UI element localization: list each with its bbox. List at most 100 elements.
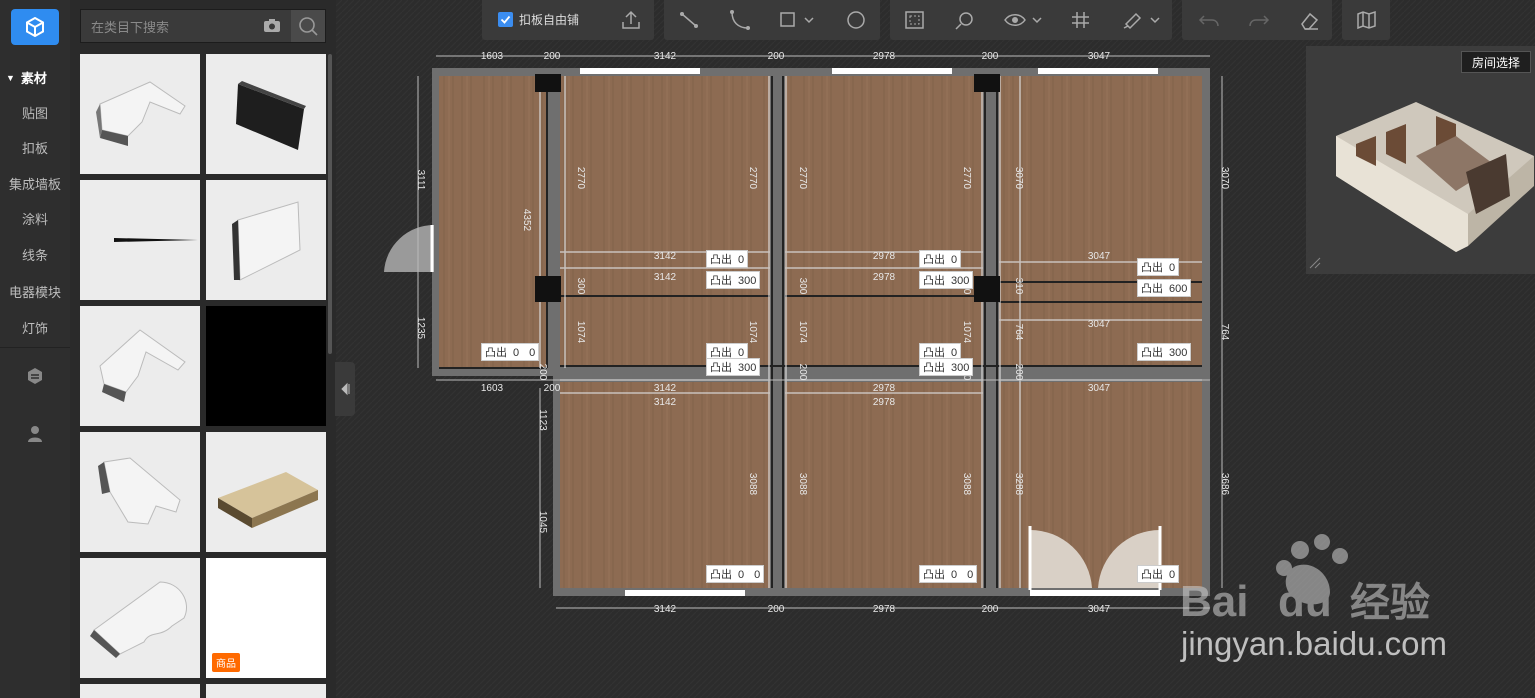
protrusion-label[interactable]: 凸出 300 — [706, 358, 761, 376]
nav-item-texture[interactable]: 贴图 — [0, 95, 70, 130]
material-tile[interactable] — [206, 432, 326, 552]
protrusion-label[interactable]: 凸出 600 — [1137, 279, 1192, 297]
protrusion-label[interactable]: 凸出 300 — [706, 271, 761, 289]
protrusion-value: 0 — [738, 569, 745, 581]
room-e[interactable] — [785, 382, 983, 588]
dimension-label: 1074 — [747, 321, 758, 344]
undo-icon[interactable] — [1196, 8, 1222, 32]
search-button[interactable] — [291, 10, 325, 42]
dimension-label: 3142 — [654, 251, 677, 262]
user-icon[interactable] — [25, 424, 45, 444]
dimension-label: 3111 — [415, 170, 426, 191]
crown-moulding-thumbnail — [99, 329, 186, 402]
rect-tool-icon[interactable] — [776, 8, 802, 32]
protrusion-label[interactable]: 凸出 0 0 — [481, 343, 540, 361]
select-area-icon[interactable] — [902, 8, 928, 32]
protrusion-value: 600 — [1169, 283, 1188, 295]
material-tile[interactable] — [206, 54, 326, 174]
protrusion-label[interactable]: 凸出 0 0 — [919, 565, 978, 583]
protrusion-label[interactable]: 凸出 0 — [1137, 565, 1180, 583]
map-icon[interactable] — [1354, 8, 1380, 32]
protrusion-key: 凸出 — [1141, 262, 1163, 274]
material-tile[interactable] — [80, 558, 200, 678]
material-tile[interactable] — [80, 180, 200, 300]
shield-icon[interactable] — [25, 366, 45, 386]
black-panel-thumbnail — [236, 81, 306, 150]
dimension-label: 200 — [544, 51, 561, 62]
material-tile[interactable] — [80, 684, 200, 698]
protrusion-label[interactable]: 凸出 0 0 — [706, 565, 765, 583]
protrusion-label[interactable]: 凸出 300 — [919, 358, 974, 376]
arc-tool-icon[interactable] — [726, 8, 752, 32]
material-tile[interactable] — [80, 306, 200, 426]
eraser-icon[interactable] — [1296, 8, 1322, 32]
collapse-panel-button[interactable] — [335, 362, 355, 416]
material-tile[interactable] — [206, 684, 326, 698]
protrusion-value: 300 — [1169, 347, 1188, 359]
search-input[interactable] — [81, 10, 269, 44]
room-d[interactable] — [560, 382, 770, 588]
grid-icon[interactable] — [1068, 8, 1094, 32]
dimension-label: 764 — [1013, 324, 1024, 341]
line-tool-icon[interactable] — [676, 8, 702, 32]
dimension-label: 1235 — [415, 317, 426, 340]
redo-icon[interactable] — [1246, 8, 1272, 32]
dimension-label: 200 — [982, 51, 999, 62]
nav-section-label: 素材 — [20, 71, 47, 86]
zoom-icon[interactable] — [952, 8, 978, 32]
material-tile[interactable] — [80, 432, 200, 552]
upload-icon[interactable] — [618, 8, 644, 32]
dimension-label: 2978 — [873, 383, 896, 394]
paint-icon[interactable] — [1120, 8, 1146, 32]
nav-item-panel[interactable]: 扣板 — [0, 130, 70, 165]
chevron-down-icon[interactable] — [1146, 8, 1164, 32]
beige-board-thumbnail — [218, 472, 318, 528]
material-tile[interactable] — [206, 180, 326, 300]
cube-logo-icon[interactable] — [11, 9, 59, 45]
dimension-label: 1045 — [537, 511, 548, 534]
protrusion-label[interactable]: 凸出 300 — [1137, 343, 1192, 361]
eye-icon[interactable] — [1002, 8, 1028, 32]
nav-item-moulding[interactable]: 线条 — [0, 237, 70, 272]
camera-icon[interactable] — [261, 16, 283, 36]
dimension-label: 3142 — [654, 51, 677, 62]
dimension-label: 764 — [1219, 324, 1230, 341]
circle-tool-icon[interactable] — [844, 8, 870, 32]
nav-section-material[interactable]: ▼ 素材 — [0, 60, 70, 95]
protrusion-label[interactable]: 凸出 0 — [919, 250, 962, 268]
room-a[interactable] — [560, 76, 770, 366]
svg-text:du: du — [1278, 577, 1332, 626]
protrusion-label[interactable]: 凸出 300 — [919, 271, 974, 289]
protrusion-value: 300 — [738, 275, 757, 287]
protrusion-label[interactable]: 凸出 0 — [706, 250, 749, 268]
protrusion-label[interactable]: 凸出 0 — [1137, 258, 1180, 276]
chevron-down-icon[interactable] — [1028, 8, 1046, 32]
nav-item-paint[interactable]: 涂料 — [0, 201, 70, 236]
room-b[interactable] — [785, 76, 983, 366]
skirting-thumbnail — [232, 201, 301, 281]
panel-scrollbar[interactable] — [328, 54, 332, 354]
dimension-label: 3047 — [1088, 383, 1111, 394]
dimension-label: 300 — [797, 278, 808, 295]
dimension-label: 2770 — [797, 167, 808, 190]
3d-preview[interactable] — [1306, 46, 1535, 274]
room-select-button[interactable]: 房间选择 — [1461, 51, 1531, 73]
protrusion-value: 0 — [951, 254, 958, 266]
nav-item-lighting[interactable]: 灯饰 — [0, 310, 70, 345]
material-tile[interactable] — [80, 54, 200, 174]
rail-divider — [0, 347, 70, 348]
dimension-label: 3142 — [654, 604, 677, 615]
nav-item-wallboard[interactable]: 集成墙板 — [0, 166, 70, 201]
nav-item-appliance[interactable]: 电器模块 — [0, 274, 70, 309]
watermark-url: jingyan.baidu.com — [1181, 625, 1447, 662]
chevron-down-icon[interactable] — [800, 8, 818, 32]
free-tile-toggle[interactable]: 扣板自由铺 — [498, 11, 579, 28]
dimension-label: 2978 — [873, 397, 896, 408]
dimension-label: 200 — [768, 51, 785, 62]
material-tile[interactable]: 商品 — [206, 558, 326, 678]
protrusion-key: 凸出 — [1141, 283, 1163, 295]
checkbox-checked-icon[interactable] — [498, 12, 513, 27]
material-tile[interactable] — [206, 306, 326, 426]
dimension-label: 3047 — [1088, 604, 1111, 615]
search-box — [80, 9, 326, 44]
